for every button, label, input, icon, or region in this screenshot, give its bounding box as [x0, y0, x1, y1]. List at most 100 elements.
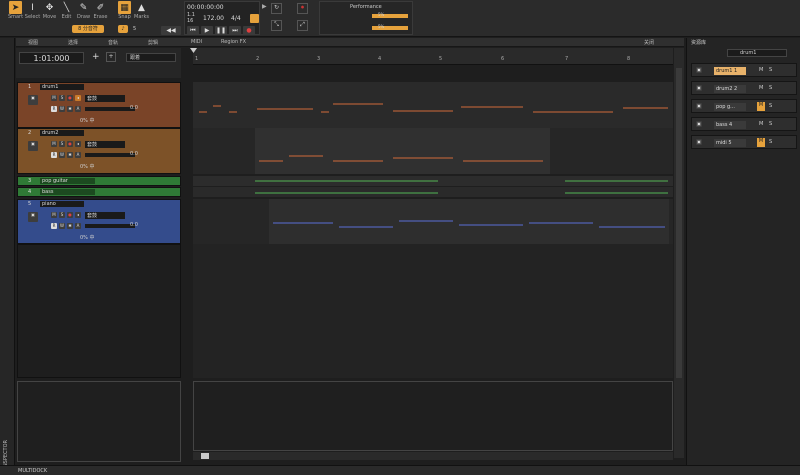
auto-button[interactable]: A	[75, 152, 81, 158]
track-header-bass[interactable]: 4 bass	[17, 187, 181, 197]
track-header-drum2[interactable]: 2 drum2 ▣ M S ● ◂ 套鼓 R W ✱ A 0.0 0% 中	[17, 128, 181, 174]
horizontal-scrollbar[interactable]	[193, 452, 673, 460]
meter-value[interactable]: 4/4	[231, 15, 241, 22]
browser-row[interactable]: ▣ midi 5 M S	[691, 135, 797, 149]
draw-tool[interactable]: ✎ Draw	[75, 1, 92, 23]
clip-lane-pop-guitar[interactable]	[193, 176, 673, 186]
add-track-button[interactable]: +	[92, 52, 100, 62]
row-solo[interactable]: S	[769, 67, 772, 73]
browser-selected-track[interactable]: drum1	[727, 49, 787, 57]
punch-button[interactable]: ⤡	[271, 20, 282, 31]
select-tool[interactable]: I Select	[24, 1, 41, 23]
metronome-button[interactable]	[250, 14, 259, 23]
write-button[interactable]: W	[59, 106, 65, 112]
instrument-icon[interactable]: ▣	[28, 212, 38, 222]
timeline-ruler[interactable]: 1 2 3 4 5 6 7 8	[193, 48, 673, 65]
clip-lane-drum2[interactable]	[193, 128, 673, 174]
record-mode-button[interactable]: ⏺	[297, 3, 308, 14]
solo-button[interactable]: S	[59, 212, 65, 218]
track-channel[interactable]: 套鼓	[85, 141, 125, 148]
track-name[interactable]: piano	[40, 201, 84, 207]
smart-tool[interactable]: ➤ Smart	[7, 1, 24, 23]
track-name[interactable]: drum1	[40, 84, 84, 90]
volume-slider[interactable]	[85, 107, 135, 111]
browser-row[interactable]: ▣ bass 4 M S	[691, 117, 797, 131]
move-tool[interactable]: ✥ Move	[41, 1, 58, 23]
snap-value-pill[interactable]: 8 分音符	[72, 25, 104, 33]
fx-button[interactable]: ✱	[67, 223, 73, 229]
marks-tool[interactable]: ▲ Marks	[133, 1, 150, 23]
volume-slider[interactable]	[85, 153, 135, 157]
browser-row[interactable]: ▣ pop g... M S	[691, 99, 797, 113]
read-button[interactable]: R	[51, 106, 57, 112]
arm-button[interactable]: ●	[67, 212, 73, 218]
arm-button[interactable]: ●	[67, 141, 73, 147]
empty-track-area[interactable]	[193, 244, 673, 378]
monitor-button[interactable]: ◂	[75, 95, 81, 101]
edit-tool[interactable]: ╲ Edit	[58, 1, 75, 23]
tempo-value[interactable]: 172.00	[203, 15, 224, 22]
clip-lane-bass[interactable]	[193, 187, 673, 197]
menu-select[interactable]: 选择	[68, 39, 78, 46]
menu-track[interactable]: 音轨	[108, 39, 118, 46]
pause-button[interactable]: ❚❚	[215, 26, 227, 35]
read-button[interactable]: R	[51, 223, 57, 229]
close-label[interactable]: 关闭	[644, 39, 654, 46]
erase-tool[interactable]: ✐ Erase	[92, 1, 109, 23]
fx-button[interactable]: ✱	[67, 152, 73, 158]
arm-button[interactable]: ●	[67, 95, 73, 101]
rewind-button[interactable]: ◀◀	[161, 26, 181, 35]
track-header-pop-guitar[interactable]: 3 pop guitar	[17, 176, 181, 186]
record-button[interactable]: ●	[243, 26, 255, 35]
row-mute[interactable]: M	[757, 102, 765, 111]
mute-button[interactable]: M	[51, 95, 57, 101]
fx-button[interactable]: ✱	[67, 106, 73, 112]
vertical-scrollbar[interactable]	[674, 48, 684, 458]
row-solo[interactable]: S	[769, 139, 772, 145]
loop-button[interactable]: ↻	[271, 3, 282, 14]
multidock-bar[interactable]: MULTIDOCK	[0, 465, 800, 475]
instrument-icon[interactable]: ▣	[28, 95, 38, 105]
inspector-strip[interactable]: INSPECTOR	[0, 38, 15, 475]
add-bus-button[interactable]: +	[106, 52, 116, 62]
snap-dropdown[interactable]: 跟着	[126, 53, 176, 62]
row-mute[interactable]: M	[757, 138, 765, 147]
snap-tool[interactable]: ▦ Snap	[116, 1, 133, 23]
solo-button[interactable]: S	[59, 141, 65, 147]
track-channel[interactable]: 套鼓	[85, 95, 125, 102]
monitor-button[interactable]: ◂	[75, 141, 81, 147]
auto-button[interactable]: A	[75, 106, 81, 112]
browser-row[interactable]: ▣ drum1 1 M S	[691, 63, 797, 77]
tab-region-fx[interactable]: Region FX	[221, 39, 246, 45]
auto-button[interactable]: A	[75, 223, 81, 229]
track-name[interactable]: pop guitar	[40, 178, 95, 184]
write-button[interactable]: W	[59, 223, 65, 229]
transport-arrow-icon[interactable]: ▶	[262, 3, 270, 11]
go-end-button[interactable]: ⏭	[229, 26, 241, 35]
track-channel[interactable]: 套鼓	[85, 212, 125, 219]
track-header-drum1[interactable]: 1 drum1 ▣ M S ● ◂ 套鼓 R W ✱ A 0.0 0% 中	[17, 82, 181, 128]
solo-button[interactable]: S	[59, 95, 65, 101]
track-name[interactable]: drum2	[40, 130, 84, 136]
tab-midi[interactable]: MIDI	[191, 39, 202, 45]
go-start-button[interactable]: ⏮	[187, 26, 199, 35]
row-mute[interactable]: M	[759, 121, 763, 127]
row-mute[interactable]: M	[759, 67, 763, 73]
sync-button[interactable]: ⤢	[297, 20, 308, 31]
mute-button[interactable]: M	[51, 212, 57, 218]
clip-lane-drum1[interactable]	[193, 82, 673, 128]
snap-note-icon[interactable]: ♪	[118, 25, 128, 33]
track-header-piano[interactable]: 5 piano ▣ M S ● ◂ 套鼓 R W ✱ A 0.0 0% 中	[17, 199, 181, 244]
play-button[interactable]: ▶	[201, 26, 213, 35]
clip-lane-piano[interactable]	[193, 199, 673, 244]
volume-slider[interactable]	[85, 224, 135, 228]
menu-clip[interactable]: 剪辑	[148, 39, 158, 46]
menu-view[interactable]: 视图	[28, 39, 38, 46]
row-solo[interactable]: S	[769, 103, 772, 109]
monitor-button[interactable]: ◂	[75, 212, 81, 218]
instrument-icon[interactable]: ▣	[28, 141, 38, 151]
read-button[interactable]: R	[51, 152, 57, 158]
time-display[interactable]: 1:01:000	[19, 52, 84, 64]
track-name[interactable]: bass	[40, 189, 95, 195]
browser-row[interactable]: ▣ drum2 2 M S	[691, 81, 797, 95]
